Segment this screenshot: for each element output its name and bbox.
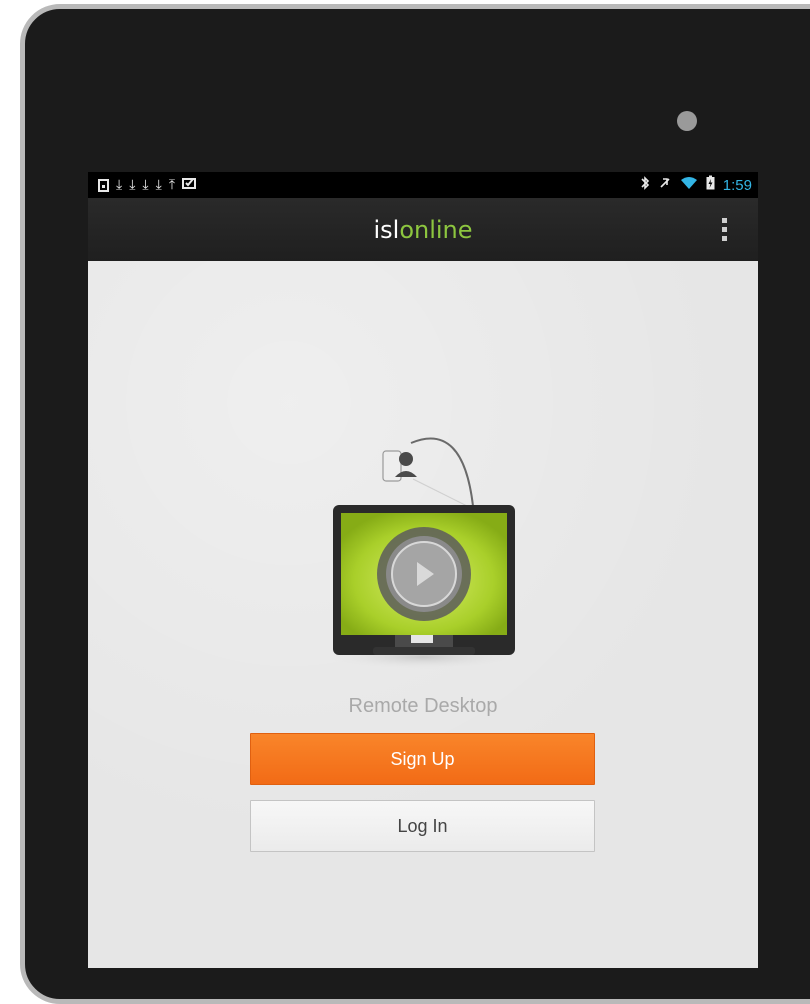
device-screen: ⤓ ⤓ ⤓ ⤓ ⤒ 1:59 islonline Remote Desktop … xyxy=(88,172,758,968)
upload-icon: ⤒ xyxy=(168,177,176,193)
status-clock: 1:59 xyxy=(722,177,752,194)
main-content: Remote Desktop Sign Up Log In xyxy=(88,261,758,968)
overflow-menu-icon[interactable] xyxy=(722,218,728,242)
battery-charging-icon xyxy=(706,175,715,197)
clipboard-check-icon xyxy=(182,175,197,195)
muted-icon xyxy=(658,176,672,197)
status-system: 1:59 xyxy=(640,175,752,197)
status-bar: ⤓ ⤓ ⤓ ⤓ ⤒ 1:59 xyxy=(88,172,758,198)
remote-desktop-illustration-icon xyxy=(328,437,518,669)
download-icon: ⤓ xyxy=(116,177,123,193)
bluetooth-icon xyxy=(640,175,650,197)
front-camera xyxy=(677,111,697,131)
action-bar: islonline xyxy=(88,198,758,262)
wifi-icon xyxy=(680,176,698,197)
sign-up-button[interactable]: Sign Up xyxy=(250,733,595,785)
status-notifications: ⤓ ⤓ ⤓ ⤓ ⤒ xyxy=(98,175,197,195)
logo-text-online: online xyxy=(399,216,473,244)
download-icon: ⤓ xyxy=(155,177,162,193)
notification-box-icon xyxy=(98,178,109,192)
logo-text-isl: isl xyxy=(373,216,400,244)
feature-caption: Remote Desktop xyxy=(348,695,498,717)
download-icon: ⤓ xyxy=(129,177,136,193)
app-logo: islonline xyxy=(88,216,758,244)
log-in-button[interactable]: Log In xyxy=(250,800,595,852)
download-icon: ⤓ xyxy=(142,177,149,193)
